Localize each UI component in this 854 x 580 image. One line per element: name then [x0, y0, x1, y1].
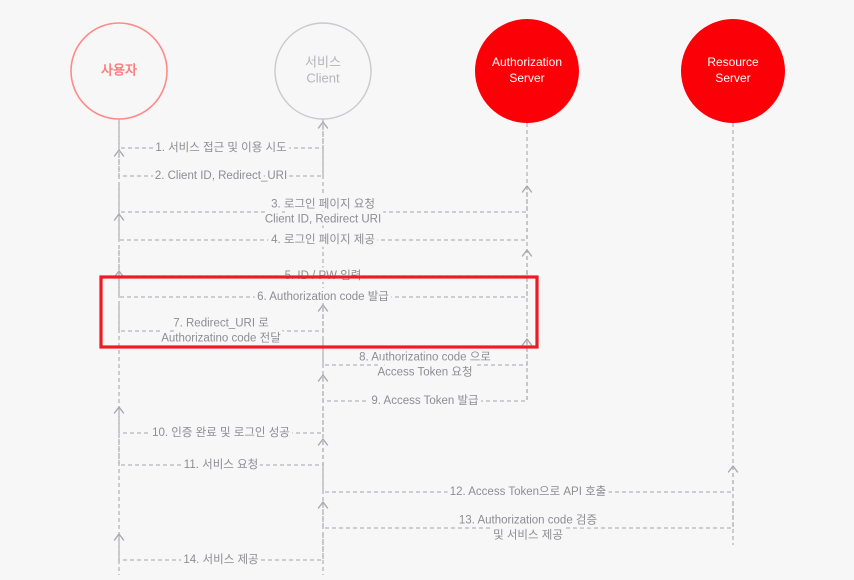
message-10: 10. 인증 완료 및 로그인 성공10. 인증 완료 및 로그인 성공: [149, 423, 293, 442]
authorization-server-actor-label: Server: [509, 71, 544, 85]
message-14: 14. 서비스 제공14. 서비스 제공: [180, 550, 261, 569]
message-4-line: 4. 로그인 페이지 제공: [271, 233, 375, 246]
client-actor-label: Client: [306, 70, 340, 85]
message-3-line: 3. 로그인 페이지 요청: [271, 198, 375, 211]
message-13-line: 13. Authorization code 검증: [459, 514, 597, 527]
user-actor[interactable]: 사용자: [70, 22, 168, 120]
message-10-line: 10. 인증 완료 및 로그인 성공: [152, 426, 290, 439]
message-4: 4. 로그인 페이지 제공4. 로그인 페이지 제공: [268, 230, 378, 249]
authorization-server-actor[interactable]: Authorization Server: [475, 19, 579, 123]
user-actor-label: 사용자: [101, 62, 137, 77]
authorization-server-actor-label: Authorization: [492, 55, 562, 69]
sequence-diagram: OAuth 2.0 Authorization Code Flow Sequen…: [0, 0, 854, 580]
resource-server-actor-label: Server: [715, 71, 750, 85]
message-11-line: 11. 서비스 요청: [184, 458, 258, 471]
message-13-line: 및 서비스 제공: [493, 529, 563, 542]
message-8-line: Access Token 요청: [377, 366, 472, 379]
message-9-line: 9. Access Token 발급: [371, 394, 478, 407]
message-6: 6. Authorization code 발급6. Authorization…: [254, 287, 392, 306]
message-12: 12. Access Token으로 API 호출12. Access Toke…: [447, 482, 610, 501]
message-1-line: 1. 서비스 접근 및 이용 시도: [155, 141, 286, 154]
resource-server-actor-label: Resource: [707, 55, 759, 69]
message-14-line: 14. 서비스 제공: [183, 553, 258, 566]
actors-layer: 사용자 서비스Client Authorization Server Resource S…: [70, 19, 785, 123]
resource-server-actor[interactable]: Resource Server: [681, 19, 785, 123]
message-1: 1. 서비스 접근 및 이용 시도1. 서비스 접근 및 이용 시도: [152, 138, 289, 157]
message-8-line: 8. Authorizatino code 으로: [359, 352, 491, 364]
message-7-line: 7. Redirect_URI 로: [173, 318, 269, 330]
message-labels-layer: 1. 서비스 접근 및 이용 시도1. 서비스 접근 및 이용 시도 2. Cli…: [149, 138, 610, 569]
message-11: 11. 서비스 요청11. 서비스 요청: [181, 455, 261, 474]
message-9: 9. Access Token 발급9. Access Token 발급: [368, 391, 481, 410]
client-actor-label: 서비스: [305, 54, 341, 69]
sequence-diagram-canvas: OAuth 2.0 Authorization Code Flow Sequen…: [70, 19, 785, 575]
message-12-line: 12. Access Token으로 API 호출: [450, 485, 607, 498]
message-7-line: Authorizatino code 전달: [161, 331, 281, 345]
message-2-line: 2. Client ID, Redirect_URI: [155, 170, 287, 182]
message-3-line: Client ID, Redirect URI: [265, 214, 381, 226]
client-actor[interactable]: 서비스Client: [274, 22, 372, 120]
message-6-line: 6. Authorization code 발급: [257, 290, 389, 303]
message-2: 2. Client ID, Redirect_URI2. Client ID, …: [152, 167, 290, 185]
